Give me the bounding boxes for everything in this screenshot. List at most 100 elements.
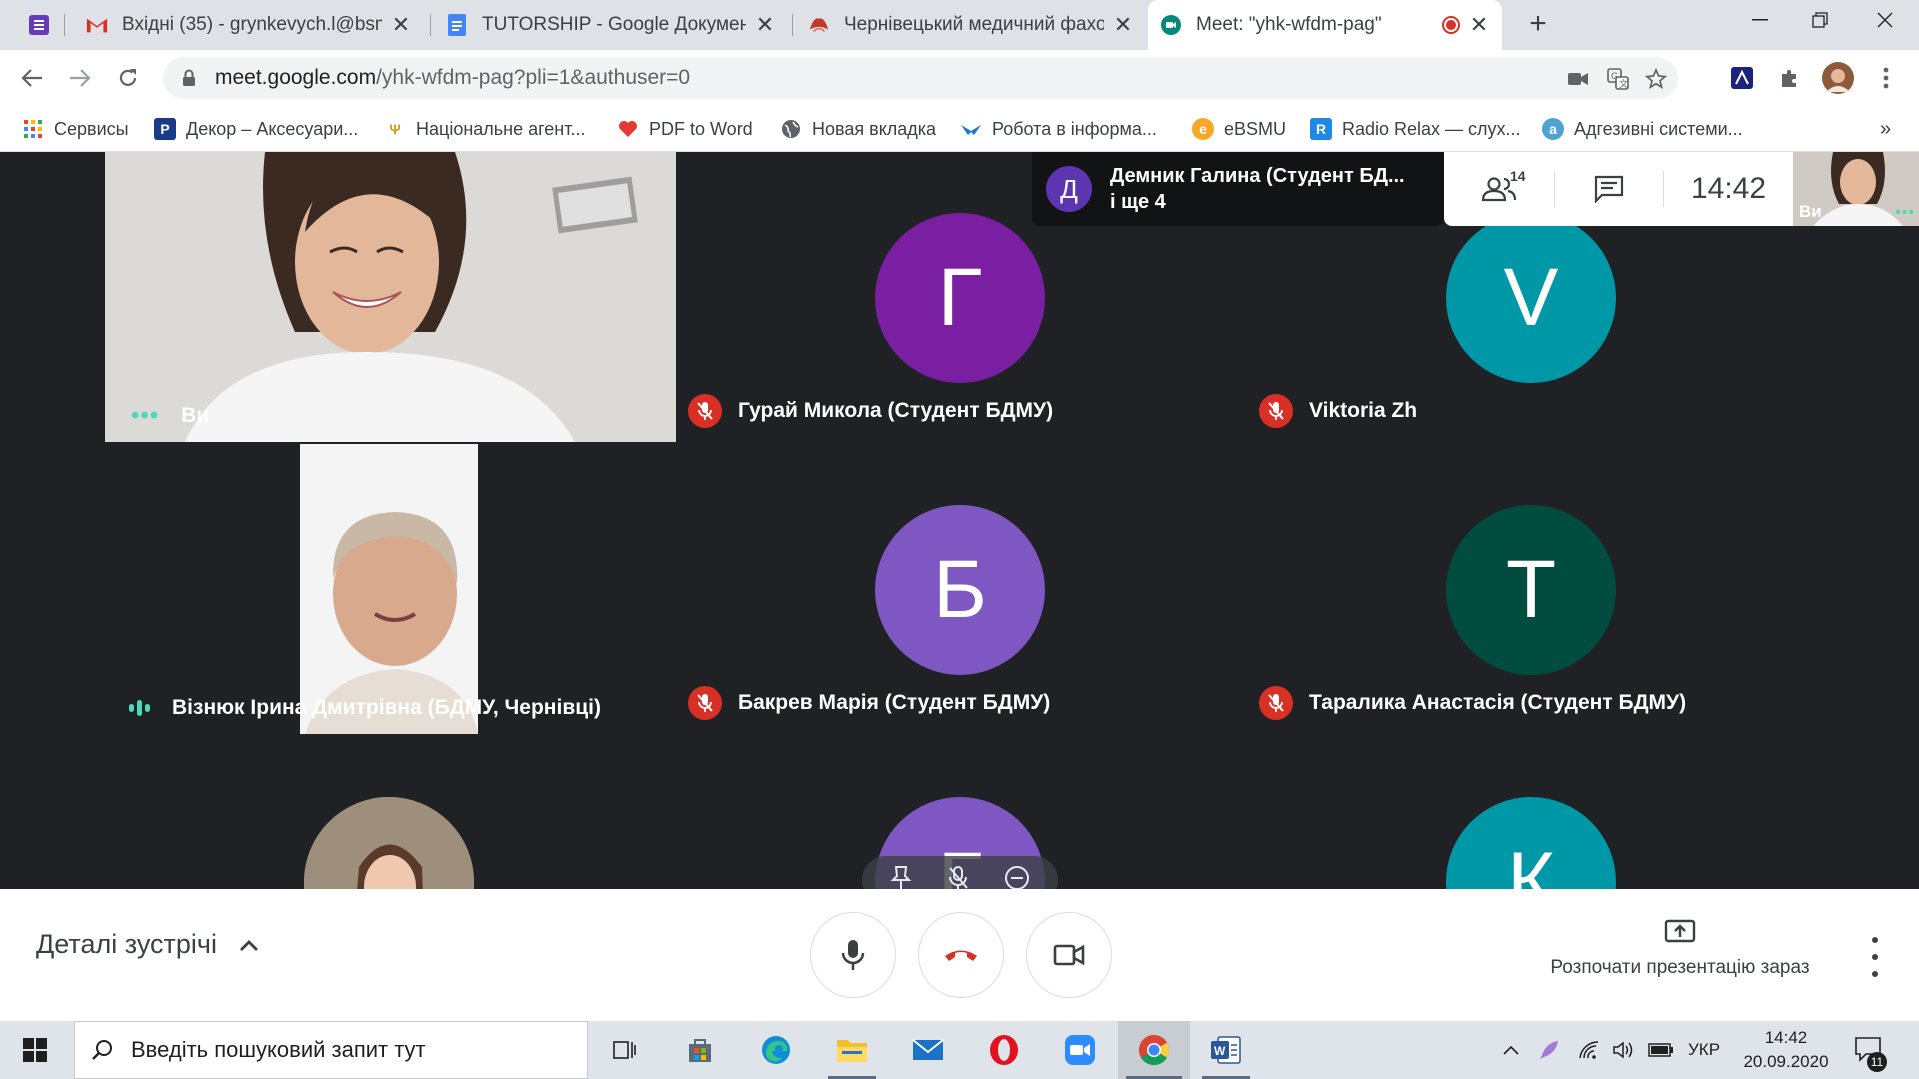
address-bar[interactable]: meet.google.com/yhk-wfdm-pag?pli=1&authu… xyxy=(163,57,1678,99)
chat-button[interactable] xyxy=(1555,175,1663,203)
url-text: meet.google.com/yhk-wfdm-pag?pli=1&authu… xyxy=(215,66,691,89)
minimize-button[interactable] xyxy=(1730,0,1790,40)
tab-gmail[interactable]: Вхідні (35) - grynkevych.l@bsmu ✕ xyxy=(74,0,424,50)
tab-title: Чернівецький медичний фахові xyxy=(844,14,1104,35)
svg-text:W: W xyxy=(1214,1044,1226,1058)
zoom-icon[interactable] xyxy=(1048,1021,1112,1079)
system-clock[interactable]: 14:42 20.09.2020 xyxy=(1738,1021,1834,1079)
mute-participant-icon[interactable] xyxy=(947,865,969,890)
tab-title: Meet: "yhk-wfdm-pag" xyxy=(1196,14,1382,35)
taskbar-search-box[interactable]: Введіть пошуковий запит тут xyxy=(74,1021,588,1079)
translate-icon[interactable]: G文 xyxy=(1603,64,1633,94)
microphone-button[interactable] xyxy=(810,912,896,998)
tab-google-docs[interactable]: TUTORSHIP - Google Документи ✕ xyxy=(434,0,788,50)
back-arrow-icon[interactable] xyxy=(16,62,48,94)
bookmark-pdf-to-word[interactable]: PDF to Word xyxy=(617,116,753,142)
mail-icon[interactable] xyxy=(896,1021,960,1079)
active-speakers-card[interactable]: Д Демник Галина (Студент БД... і ще 4 xyxy=(1032,152,1444,226)
remove-participant-icon[interactable] xyxy=(1004,865,1030,889)
forward-arrow-icon[interactable] xyxy=(64,62,96,94)
meet-video-grid: ••• Ви Г Гурай Микола (Студент БДМУ) V V… xyxy=(0,152,1919,889)
profile-avatar[interactable] xyxy=(1822,62,1854,94)
meet-icon xyxy=(1160,14,1182,36)
participant-name: ••• Ви xyxy=(131,402,210,429)
new-tab-button[interactable]: + xyxy=(1508,4,1568,44)
restore-button[interactable] xyxy=(1790,0,1850,40)
participant-tile[interactable]: Т Таралика Анастасія (Студент БДМУ) xyxy=(1247,444,1818,734)
participant-tile[interactable] xyxy=(105,736,676,889)
bookmark-radio-relax[interactable]: R Radio Relax — слух... xyxy=(1310,116,1521,142)
microsoft-store-icon[interactable] xyxy=(668,1021,732,1079)
bookmark-national-agency[interactable]: Ψ Національне агент... xyxy=(384,116,585,142)
bookmarks-overflow-chevron-icon[interactable]: » xyxy=(1880,116,1891,142)
volume-icon[interactable] xyxy=(1612,1021,1636,1079)
action-center-icon[interactable]: 11 xyxy=(1854,1021,1887,1079)
edge-browser-icon[interactable] xyxy=(744,1021,808,1079)
speaker-more: і ще 4 xyxy=(1110,191,1166,213)
camera-button[interactable] xyxy=(1026,912,1112,998)
present-now-button[interactable]: Розпочати презентацію зараз xyxy=(1530,919,1830,979)
clock-date: 20.09.2020 xyxy=(1743,1052,1829,1071)
mic-off-icon xyxy=(688,394,722,428)
bookmark-new-tab[interactable]: Новая вкладка xyxy=(780,116,936,142)
participant-tile[interactable]: Б Бакрев Марія (Студент БДМУ) xyxy=(676,444,1247,734)
close-icon[interactable]: ✕ xyxy=(390,12,412,38)
puzzle-extensions-icon[interactable] xyxy=(1774,62,1806,94)
participant-tile-self[interactable]: ••• Ви xyxy=(105,152,676,442)
input-language[interactable]: УКР xyxy=(1688,1021,1720,1079)
file-explorer-icon[interactable] xyxy=(820,1021,884,1079)
task-view-icon[interactable] xyxy=(592,1021,656,1079)
leave-call-button[interactable] xyxy=(918,912,1004,998)
recording-icon xyxy=(1442,16,1460,34)
menu-kebab-icon[interactable] xyxy=(1870,62,1902,94)
close-icon[interactable]: ✕ xyxy=(1468,12,1490,38)
participant-photo-avatar xyxy=(304,797,474,889)
participant-tile-speaking[interactable]: Візнюк Ірина Дмитрівна (БДМУ, Чернівці) xyxy=(105,444,676,734)
search-icon xyxy=(91,1039,113,1061)
clock-time: 14:42 xyxy=(1764,1028,1808,1047)
more-options-icon[interactable] xyxy=(1860,937,1890,977)
bookmark-label: Radio Relax — слух... xyxy=(1342,118,1521,139)
radio-icon: R xyxy=(1310,118,1332,140)
ebsmu-icon: e xyxy=(1192,118,1214,140)
mic-off-icon xyxy=(1259,394,1293,428)
gmail-icon xyxy=(86,14,108,36)
tab-college[interactable]: Чернівецький медичний фахові ✕ xyxy=(796,0,1146,50)
participants-count: 14 xyxy=(1510,168,1526,184)
pen-feather-icon[interactable] xyxy=(1538,1021,1560,1079)
lock-icon[interactable] xyxy=(179,69,199,87)
extension-icon[interactable] xyxy=(1726,62,1758,94)
word-icon[interactable]: W xyxy=(1194,1021,1258,1079)
battery-icon[interactable] xyxy=(1648,1021,1674,1079)
reload-icon[interactable] xyxy=(112,62,144,94)
bookmark-services[interactable]: Сервисы xyxy=(22,116,129,142)
self-preview-thumbnail[interactable]: Ви ••• xyxy=(1793,152,1919,226)
bookmark-star-icon[interactable] xyxy=(1641,64,1671,94)
bookmark-ebsmu[interactable]: e eBSMU xyxy=(1192,116,1286,142)
bird-icon xyxy=(960,118,982,140)
heart-icon xyxy=(617,118,639,140)
chrome-icon[interactable] xyxy=(1118,1021,1190,1079)
participant-tile[interactable]: К xyxy=(1247,736,1818,889)
bookmark-adhesive[interactable]: a Адгезивні системи... xyxy=(1542,116,1743,142)
show-hidden-icons-chevron-icon[interactable] xyxy=(1502,1021,1520,1079)
participant-avatar: V xyxy=(1446,213,1616,383)
docs-icon xyxy=(446,14,468,36)
wifi-icon[interactable] xyxy=(1578,1021,1600,1079)
close-icon[interactable]: ✕ xyxy=(754,12,776,38)
meeting-details-button[interactable]: Деталі зустрічі xyxy=(36,929,259,960)
audio-level-icon: ••• xyxy=(131,402,160,429)
close-icon[interactable]: ✕ xyxy=(1112,12,1134,38)
tab-meet[interactable]: Meet: "yhk-wfdm-pag" ✕ xyxy=(1148,0,1502,50)
camera-indicator-icon[interactable] xyxy=(1563,64,1593,94)
notification-count: 11 xyxy=(1867,1052,1887,1072)
bookmark-work-info[interactable]: Робота в інформа... xyxy=(960,116,1157,142)
close-window-button[interactable] xyxy=(1855,0,1915,40)
windows-start-button[interactable] xyxy=(0,1021,70,1079)
bookmark-label: Декор – Аксесуари... xyxy=(186,118,359,139)
opera-browser-icon[interactable] xyxy=(972,1021,1036,1079)
pin-icon[interactable] xyxy=(890,865,912,890)
speaker-name: Демник Галина (Студент БД... xyxy=(1110,165,1405,187)
bookmark-decor[interactable]: P Декор – Аксесуари... xyxy=(154,116,358,142)
participants-button[interactable]: 14 xyxy=(1444,168,1554,202)
